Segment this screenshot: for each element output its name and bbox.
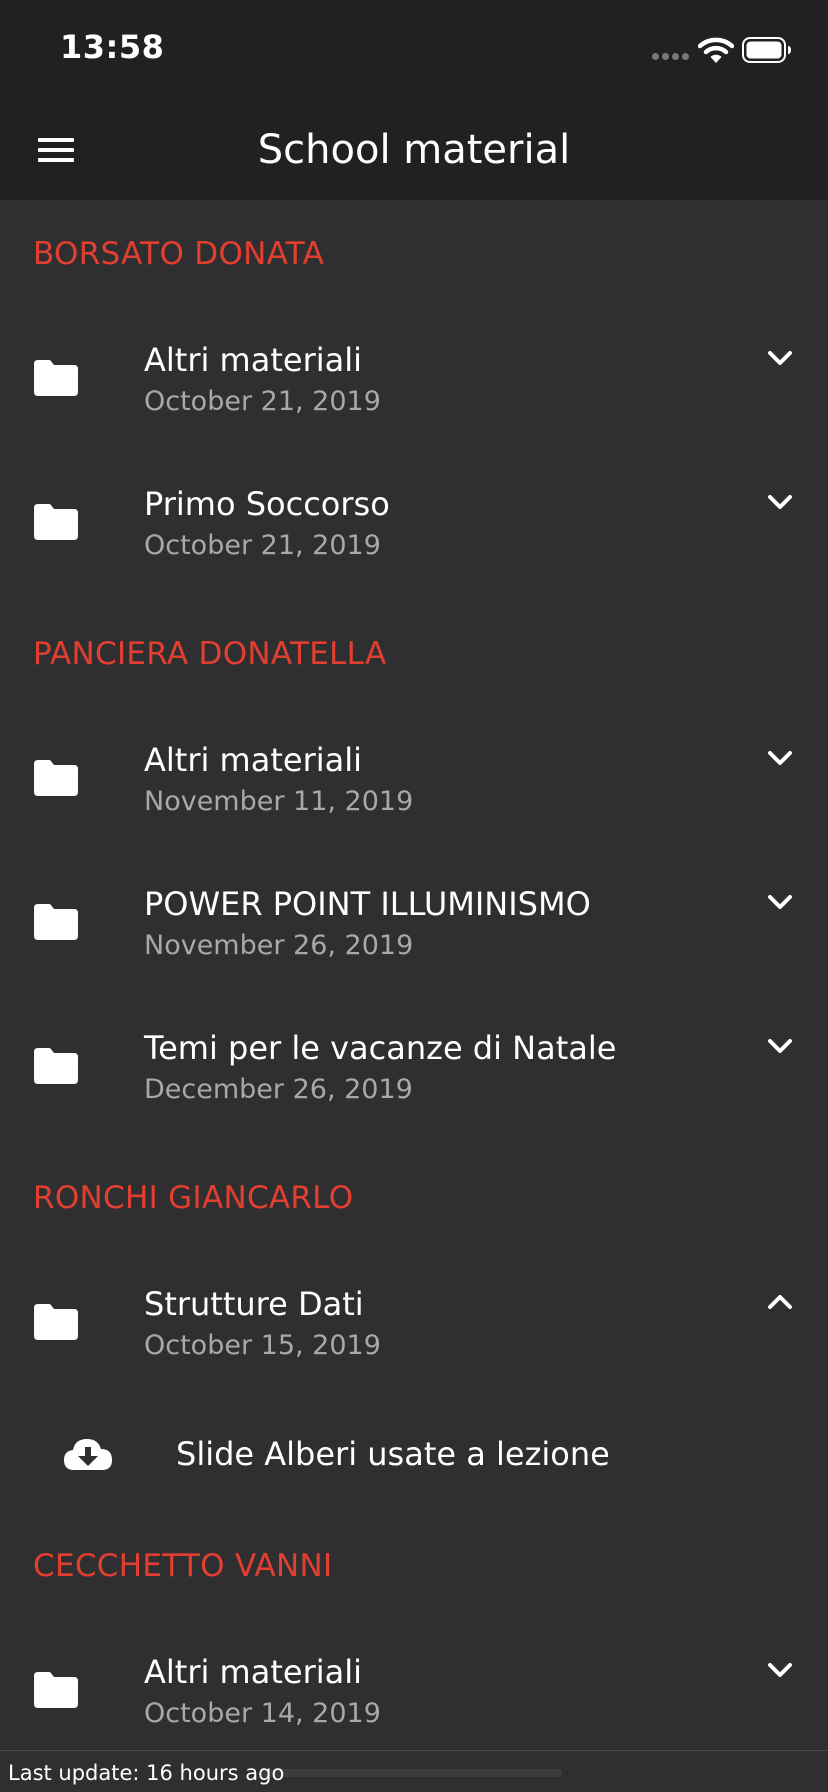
chevron-down-icon[interactable] — [762, 484, 798, 520]
file-name: Slide Alberi usate a lezione — [176, 1435, 610, 1473]
folder-icon — [34, 760, 78, 796]
folder-date: October 14, 2019 — [144, 1698, 381, 1729]
top-bar: 13:58 School material — [0, 0, 828, 200]
folder-date: October 21, 2019 — [144, 530, 381, 561]
folder-title: POWER POINT ILLUMINISMO — [144, 885, 591, 923]
teacher-section-header: RONCHI GIANCARLO — [33, 1180, 354, 1216]
folder-title: Altri materiali — [144, 1653, 362, 1691]
chevron-down-icon[interactable] — [762, 340, 798, 376]
folder-title: Altri materiali — [144, 741, 362, 779]
folder-row[interactable]: POWER POINT ILLUMINISMO November 26, 201… — [0, 854, 828, 998]
last-update-text: Last update: 16 hours ago — [8, 1761, 285, 1785]
folder-icon — [34, 504, 78, 540]
folder-title: Temi per le vacanze di Natale — [144, 1029, 617, 1067]
folder-row[interactable]: Altri materiali October 14, 2019 — [0, 1622, 828, 1766]
folder-date: October 15, 2019 — [144, 1330, 381, 1361]
chevron-down-icon[interactable] — [762, 1028, 798, 1064]
folder-row[interactable]: Altri materiali November 11, 2019 — [0, 710, 828, 854]
home-indicator — [262, 1769, 562, 1777]
folder-row[interactable]: Strutture Dati October 15, 2019 — [0, 1254, 828, 1398]
wifi-icon — [698, 37, 734, 63]
cloud-download-icon — [64, 1439, 112, 1470]
teacher-section-header: PANCIERA DONATELLA — [33, 636, 387, 672]
file-download-row[interactable]: Slide Alberi usate a lezione — [0, 1402, 828, 1506]
page-title: School material — [257, 127, 571, 173]
folder-row[interactable]: Altri materiali October 21, 2019 — [0, 310, 828, 454]
battery-icon — [742, 37, 791, 63]
folder-date: October 21, 2019 — [144, 386, 381, 417]
navigation-bar: School material — [0, 100, 828, 200]
material-list: BORSATO DONATA Altri materiali October 2… — [0, 200, 828, 1750]
folder-icon — [34, 1304, 78, 1340]
cellular-signal-icon — [652, 53, 690, 61]
chevron-down-icon[interactable] — [762, 740, 798, 776]
folder-date: December 26, 2019 — [144, 1074, 413, 1105]
folder-date: November 26, 2019 — [144, 930, 414, 961]
folder-title: Altri materiali — [144, 341, 362, 379]
teacher-section-header: BORSATO DONATA — [33, 236, 325, 272]
last-update-footer: Last update: 16 hours ago — [0, 1750, 828, 1792]
status-time: 13:58 — [60, 28, 165, 66]
folder-icon — [34, 360, 78, 396]
status-bar: 13:58 — [0, 0, 828, 100]
folder-row[interactable]: Temi per le vacanze di Natale December 2… — [0, 998, 828, 1142]
folder-row[interactable]: Primo Soccorso October 21, 2019 — [0, 454, 828, 598]
school-material-screen: 13:58 School material BORSATO DONATA Alt… — [0, 0, 828, 1792]
chevron-down-icon[interactable] — [762, 884, 798, 920]
folder-title: Primo Soccorso — [144, 485, 390, 523]
teacher-section-header: CECCHETTO VANNI — [33, 1548, 333, 1584]
folder-icon — [34, 1672, 78, 1708]
folder-icon — [34, 904, 78, 940]
chevron-up-icon[interactable] — [762, 1284, 798, 1320]
folder-date: November 11, 2019 — [144, 786, 414, 817]
chevron-down-icon[interactable] — [762, 1652, 798, 1688]
folder-title: Strutture Dati — [144, 1285, 364, 1323]
folder-icon — [34, 1048, 78, 1084]
